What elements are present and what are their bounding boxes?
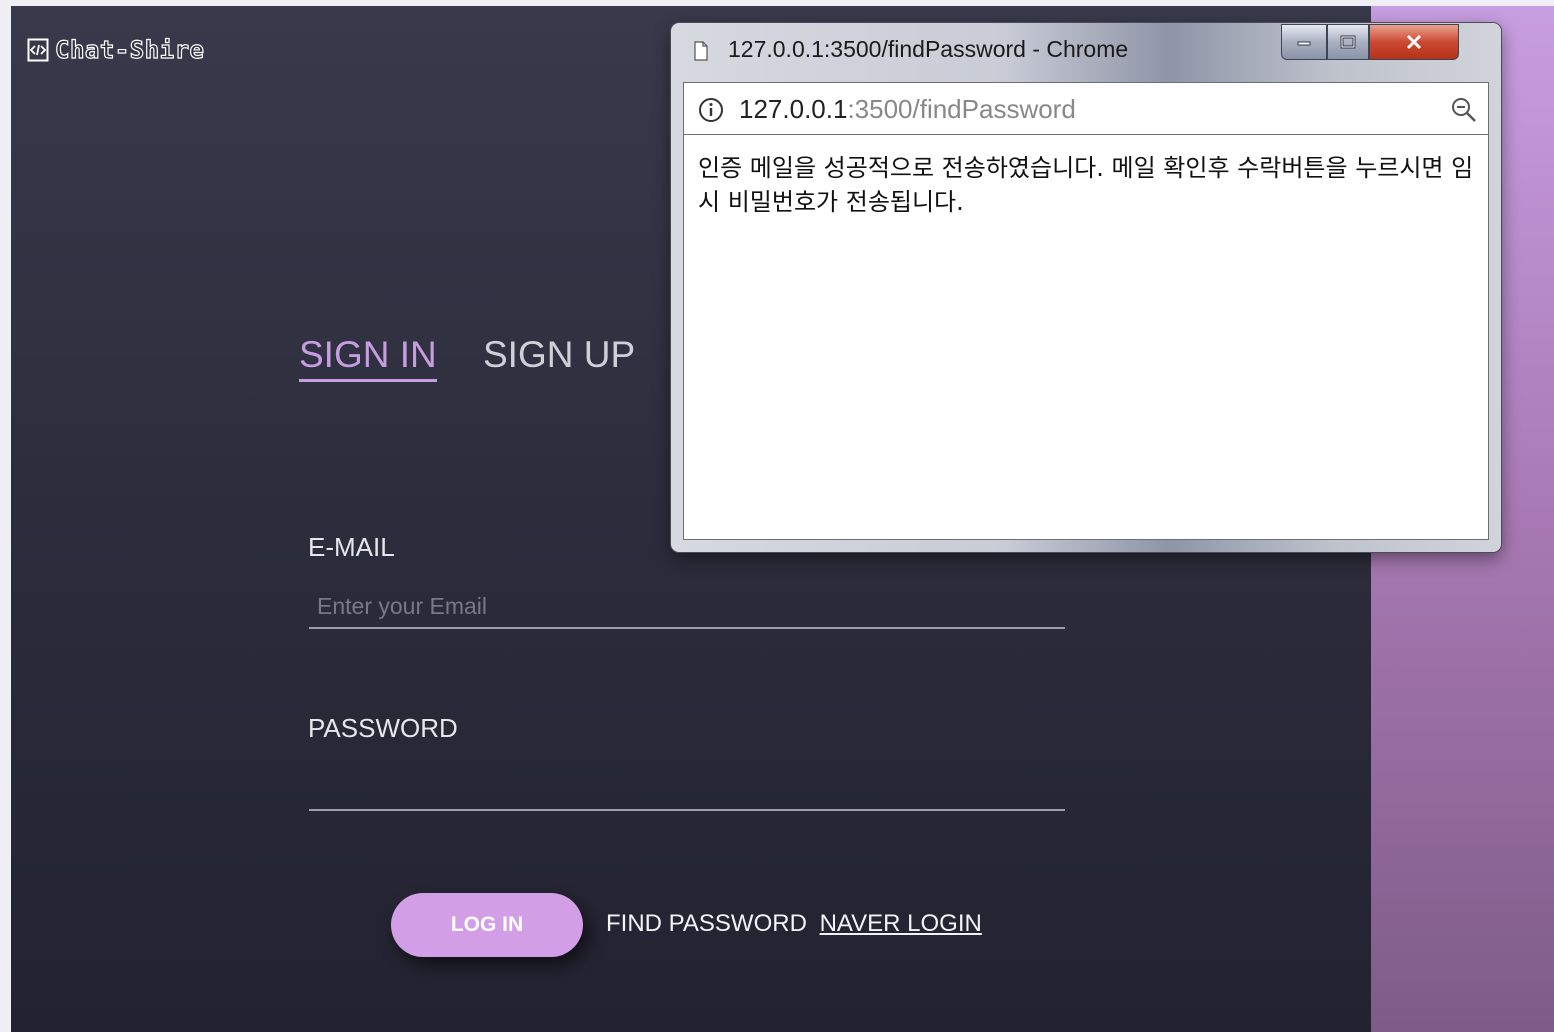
code-icon	[27, 38, 49, 62]
page: Chat-Shire SIGN IN SIGN UP E-MAIL PASSWO…	[0, 0, 1554, 1032]
tab-sign-up[interactable]: SIGN UP	[483, 334, 635, 376]
minimize-icon	[1297, 41, 1311, 46]
email-label: E-MAIL	[308, 532, 395, 562]
password-label: PASSWORD	[308, 713, 458, 743]
brand-name: Chat-Shire	[54, 35, 205, 64]
maximize-button[interactable]	[1327, 24, 1369, 60]
bottom-links: FIND PASSWORD NAVER LOGIN	[606, 910, 982, 938]
address-bar[interactable]: 127.0.0.1:3500/findPassword	[683, 82, 1489, 135]
tab-sign-in[interactable]: SIGN IN	[299, 334, 437, 382]
brand-logo[interactable]: Chat-Shire	[27, 35, 205, 65]
close-button[interactable]	[1369, 24, 1459, 60]
url-path: :3500/findPassword	[847, 94, 1076, 124]
window-controls	[1281, 24, 1459, 60]
page-icon	[694, 41, 708, 61]
find-password-link[interactable]: FIND PASSWORD	[606, 910, 807, 937]
maximize-icon	[1340, 35, 1356, 49]
popup-window: 127.0.0.1:3500/findPassword - Chrome 127…	[671, 23, 1501, 552]
popup-title: 127.0.0.1:3500/findPassword - Chrome	[728, 36, 1129, 62]
popup-content: 인증 메일을 성공적으로 전송하였습니다. 메일 확인후 수락버튼을 누르시면 …	[683, 135, 1489, 540]
email-input[interactable]	[309, 585, 1065, 629]
minimize-button[interactable]	[1281, 24, 1327, 60]
info-icon[interactable]	[698, 97, 724, 123]
url-host: 127.0.0.1	[739, 94, 848, 124]
naver-login-link[interactable]: NAVER LOGIN	[820, 910, 982, 937]
zoom-out-icon[interactable]	[1450, 96, 1478, 124]
login-button[interactable]: LOG IN	[391, 893, 583, 957]
close-icon	[1406, 34, 1422, 50]
url-text: 127.0.0.1:3500/findPassword	[739, 94, 1076, 125]
popup-message: 인증 메일을 성공적으로 전송하였습니다. 메일 확인후 수락버튼을 누르시면 …	[698, 154, 1474, 216]
password-input[interactable]	[309, 767, 1065, 811]
popup-titlebar[interactable]: 127.0.0.1:3500/findPassword - Chrome	[671, 23, 1501, 81]
